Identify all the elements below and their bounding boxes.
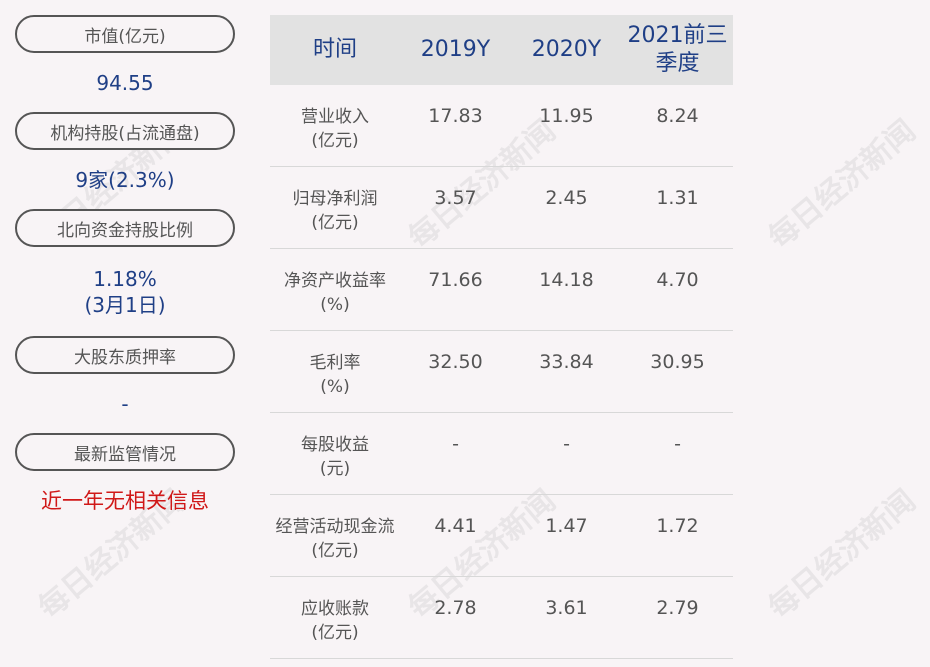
pledge-rate-value: -	[121, 392, 129, 416]
cell-2019: 17.83	[428, 105, 483, 127]
header-time: 时间	[312, 37, 357, 62]
cell-2020: 3.61	[545, 597, 588, 619]
left-panel: 市值(亿元) 94.55 机构持股(占流通盘) 9家(2.3%) 北向资金持股比…	[15, 15, 235, 514]
cell-2021: 4.70	[656, 269, 699, 291]
market-cap-label: 市值(亿元)	[15, 15, 235, 53]
header-2021q3-line2: 季度	[655, 51, 700, 76]
cell-2021: 30.95	[650, 351, 705, 373]
header-2021q3: 2021前三 季度	[622, 15, 733, 85]
watermark: 每日经济新闻	[762, 113, 923, 256]
cell-2020: -	[563, 433, 570, 455]
cell-2019: 32.50	[428, 351, 483, 373]
institution-holding-value: 9家(2.3%)	[75, 168, 175, 192]
institution-holding-label: 机构持股(占流通盘)	[15, 112, 235, 150]
cell-2020: 11.95	[539, 105, 594, 127]
cell-2019: 71.66	[428, 269, 483, 291]
cell-2021: -	[674, 433, 681, 455]
cell-2019: 4.41	[434, 515, 477, 537]
row-label: 营业收入 (亿元)	[301, 107, 369, 151]
row-label: 经营活动现金流 (亿元)	[275, 517, 395, 561]
row-label: 归母净利润 (亿元)	[292, 189, 378, 233]
cell-2020: 2.45	[545, 187, 588, 209]
northbound-date: (3月1日)	[84, 293, 166, 317]
table-row: 毛利率 (%) 32.50 33.84 30.95	[270, 331, 733, 413]
regulation-label: 最新监管情况	[15, 433, 235, 471]
header-2021q3-line1: 2021前三	[627, 23, 728, 48]
table-row: 经营活动现金流 (亿元) 4.41 1.47 1.72	[270, 495, 733, 577]
cell-2021: 2.79	[656, 597, 699, 619]
market-cap-value: 94.55	[96, 71, 154, 95]
table-header: 时间 2019Y 2020Y 2021前三 季度	[270, 15, 733, 85]
cell-2019: 2.78	[434, 597, 477, 619]
header-2020: 2020Y	[531, 37, 602, 62]
pledge-rate-label: 大股东质押率	[15, 336, 235, 374]
cell-2020: 14.18	[539, 269, 594, 291]
table-row: 净资产收益率 (%) 71.66 14.18 4.70	[270, 249, 733, 331]
cell-2021: 1.31	[656, 187, 699, 209]
row-label: 毛利率 (%)	[309, 353, 361, 397]
regulation-value: 近一年无相关信息	[41, 489, 209, 513]
row-label: 净资产收益率 (%)	[284, 271, 386, 315]
table-row: 应收账款 (亿元) 2.78 3.61 2.79	[270, 577, 733, 659]
northbound-label: 北向资金持股比例	[15, 209, 235, 247]
cell-2019: -	[452, 433, 459, 455]
table-row: 归母净利润 (亿元) 3.57 2.45 1.31	[270, 167, 733, 249]
cell-2020: 33.84	[539, 351, 594, 373]
watermark: 每日经济新闻	[762, 483, 923, 626]
header-2019: 2019Y	[420, 37, 491, 62]
row-label: 每股收益 (元)	[301, 435, 369, 479]
cell-2019: 3.57	[434, 187, 477, 209]
table-row: 营业收入 (亿元) 17.83 11.95 8.24	[270, 85, 733, 167]
row-label: 应收账款 (亿元)	[301, 599, 369, 643]
financial-table: 时间 2019Y 2020Y 2021前三 季度 营业收入 (亿元) 17.83 …	[270, 15, 733, 659]
table-row: 每股收益 (元) - - -	[270, 413, 733, 495]
cell-2021: 1.72	[656, 515, 699, 537]
cell-2021: 8.24	[656, 105, 699, 127]
cell-2020: 1.47	[545, 515, 588, 537]
northbound-value: 1.18%	[93, 267, 157, 291]
